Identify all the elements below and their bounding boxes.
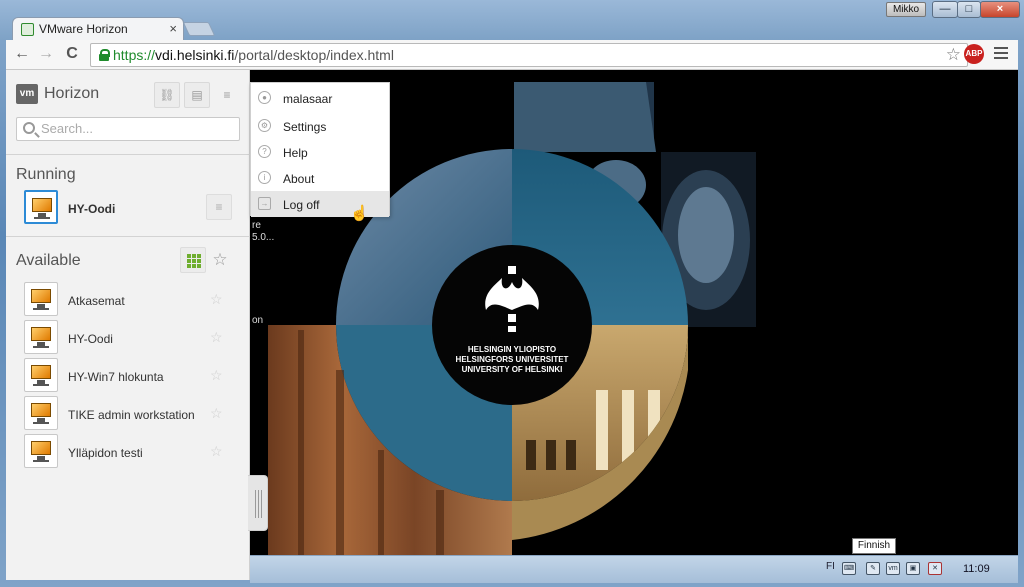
forward-button[interactable]: →: [36, 45, 56, 63]
menu-username: ● malasaar: [251, 85, 389, 111]
settings-gear-icon: ⚙: [258, 119, 271, 132]
maximize-button[interactable]: □: [957, 1, 981, 18]
clipboard-icon[interactable]: ▤: [184, 82, 210, 108]
network-tray-icon[interactable]: ▣: [906, 562, 920, 575]
options-menu-icon[interactable]: ≡: [214, 82, 240, 108]
running-item[interactable]: HY-Oodi ≡: [24, 190, 234, 228]
profile-badge[interactable]: Mikko: [886, 2, 926, 17]
available-item[interactable]: HY-Oodi ☆: [24, 320, 234, 356]
volume-muted-icon[interactable]: ✕: [928, 562, 942, 575]
logo-line-3: UNIVERSITY OF HELSINKI: [462, 365, 563, 374]
divider: [6, 154, 250, 155]
network-icon[interactable]: ⛓: [154, 82, 180, 108]
divider: [6, 236, 250, 237]
search-icon: [23, 122, 35, 134]
tab-close-icon[interactable]: ×: [169, 21, 177, 36]
desktop-monitor-icon: [24, 320, 58, 354]
running-heading: Running: [16, 166, 76, 183]
back-button[interactable]: ←: [12, 45, 32, 63]
fragment-text-2: 5.0...: [252, 232, 275, 243]
desktop-monitor-icon: [24, 396, 58, 430]
close-window-button[interactable]: ×: [980, 1, 1020, 18]
vmware-favicon-icon: [21, 23, 34, 36]
available-item[interactable]: Atkasemat ☆: [24, 282, 234, 318]
browser-menu-icon[interactable]: [994, 47, 1008, 61]
desktop-monitor-icon: [24, 190, 58, 224]
fragment-text-1: re: [252, 220, 261, 231]
language-indicator[interactable]: FI: [826, 561, 835, 572]
language-tooltip: Finnish: [852, 538, 896, 554]
search-box[interactable]: [16, 117, 240, 141]
available-heading: Available: [16, 252, 81, 269]
tab-title: VMware Horizon: [39, 22, 128, 36]
favorite-star-icon[interactable]: ☆: [210, 291, 223, 308]
lock-icon: [99, 49, 110, 61]
browser-tab[interactable]: VMware Horizon ×: [12, 17, 184, 41]
new-tab-button[interactable]: [182, 22, 216, 36]
available-item-label: HY-Win7 hlokunta: [68, 370, 164, 384]
available-item-label: Ylläpidon testi: [68, 446, 143, 460]
logo-line-2: HELSINGFORS UNIVERSITET: [456, 355, 569, 364]
fragment-text-3: on: [252, 315, 264, 326]
menu-item-about[interactable]: i About: [251, 165, 389, 191]
adblock-icon[interactable]: ABP: [964, 44, 984, 64]
menu-item-help[interactable]: ? Help: [251, 139, 389, 165]
user-icon: ●: [258, 91, 271, 104]
windows-taskbar: FI ⌨ ✎ vm ▣ ✕ 11:09: [250, 555, 1018, 583]
available-item[interactable]: Ylläpidon testi ☆: [24, 434, 234, 470]
user-menu: ● malasaar ⚙ Settings ? Help i About → L…: [250, 82, 390, 217]
vmware-tray-icon[interactable]: vm: [886, 562, 900, 575]
minimize-button[interactable]: —: [932, 1, 958, 18]
url-text: https://vdi.helsinki.fi/portal/desktop/i…: [113, 47, 394, 63]
desktop-monitor-icon: [24, 358, 58, 392]
favorite-star-icon[interactable]: ☆: [210, 367, 223, 384]
vmware-logo-icon: vm: [16, 84, 38, 104]
pen-icon[interactable]: ✎: [866, 562, 880, 575]
menu-item-settings[interactable]: ⚙ Settings: [251, 113, 389, 139]
brand-name: Horizon: [44, 85, 100, 102]
running-item-menu-icon[interactable]: ≡: [206, 194, 232, 220]
hand-cursor-icon: ☝: [350, 205, 369, 222]
window-title-bar: VMware Horizon × Mikko — □ ×: [0, 0, 1024, 41]
favorite-star-icon[interactable]: ☆: [210, 405, 223, 422]
favorite-star-icon[interactable]: ☆: [210, 443, 223, 460]
logo-line-1: HELSINGIN YLIOPISTO: [468, 345, 556, 354]
desktop-monitor-icon: [24, 434, 58, 468]
address-bar[interactable]: https://vdi.helsinki.fi/portal/desktop/i…: [90, 43, 968, 67]
running-item-label: HY-Oodi: [68, 202, 116, 216]
browser-toolbar: ← → C https://vdi.helsinki.fi/portal/des…: [6, 40, 1018, 70]
available-item[interactable]: TIKE admin workstation ☆: [24, 396, 234, 432]
info-icon: i: [258, 171, 271, 184]
clock[interactable]: 11:09: [963, 563, 990, 575]
sidebar-collapse-handle[interactable]: [248, 475, 268, 531]
grid-view-icon[interactable]: [180, 247, 206, 273]
reload-button[interactable]: C: [62, 45, 82, 63]
available-item-label: Atkasemat: [68, 294, 125, 308]
horizon-sidebar: vm Horizon ⛓ ▤ ≡ Running HY-Oodi ≡ Avail…: [6, 70, 250, 580]
favorites-filter-icon[interactable]: ☆: [207, 247, 233, 273]
keyboard-icon[interactable]: ⌨: [842, 562, 856, 575]
log-off-icon: →: [258, 197, 271, 210]
available-item-label: TIKE admin workstation: [68, 408, 195, 422]
desktop-monitor-icon: [24, 282, 58, 316]
search-input[interactable]: [41, 121, 231, 136]
available-item[interactable]: HY-Win7 hlokunta ☆: [24, 358, 234, 394]
favorite-star-icon[interactable]: ☆: [210, 329, 223, 346]
available-item-label: HY-Oodi: [68, 332, 113, 346]
bookmark-star-icon[interactable]: ☆: [946, 45, 961, 65]
help-icon: ?: [258, 145, 271, 158]
